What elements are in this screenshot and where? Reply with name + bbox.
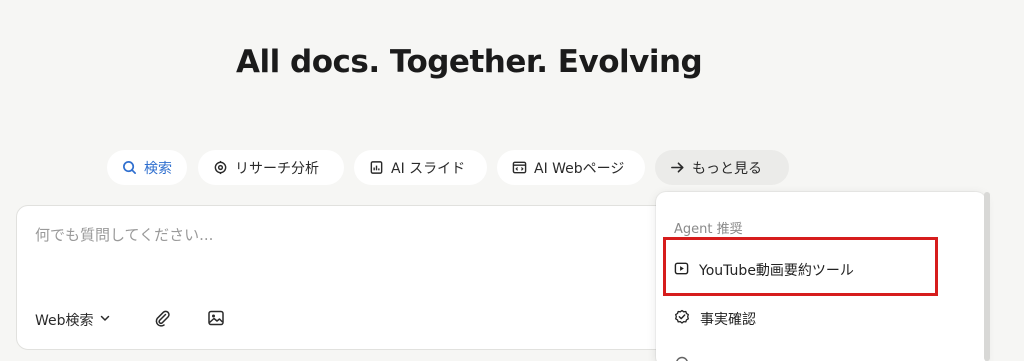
chip-label: AI スライド	[391, 160, 466, 177]
prompt-placeholder[interactable]: 何でも質問してください...	[35, 224, 213, 245]
attach-button[interactable]	[153, 309, 171, 331]
chip-ai-slide[interactable]: AI スライド	[354, 150, 487, 185]
image-icon	[207, 309, 225, 331]
menu-item-partial[interactable]	[674, 353, 690, 361]
partial-icon	[674, 355, 690, 361]
play-icon	[674, 261, 689, 280]
prompt-composer[interactable]: 何でも質問してください... Web検索	[16, 205, 706, 350]
menu-item-youtube-summary[interactable]: YouTube動画要約ツール	[674, 258, 854, 282]
chevron-down-icon	[99, 312, 111, 328]
chip-ai-webpage[interactable]: AI Webページ	[497, 150, 645, 185]
image-upload-button[interactable]	[207, 309, 225, 331]
chip-research[interactable]: リサーチ分析	[198, 150, 344, 185]
section-label: Agent 推奨	[674, 222, 743, 237]
chip-label: AI Webページ	[534, 160, 625, 177]
search-icon	[121, 160, 137, 176]
chip-label: 検索	[144, 160, 172, 177]
webpage-icon	[511, 160, 527, 176]
menu-item-label: YouTube動画要約ツール	[699, 263, 854, 279]
dropdown-scrollbar[interactable]	[984, 192, 990, 361]
page-title: All docs. Together. Evolving	[236, 44, 703, 80]
menu-item-label: 事実確認	[700, 312, 756, 328]
chip-label: もっと見る	[692, 160, 762, 177]
research-icon	[212, 160, 228, 176]
web-search-label: Web検索	[35, 313, 94, 329]
menu-item-fact-check[interactable]: 事実確認	[674, 307, 756, 331]
web-search-dropdown[interactable]: Web検索	[35, 309, 111, 331]
chip-more[interactable]: もっと見る	[655, 150, 789, 185]
check-badge-icon	[674, 309, 690, 329]
chip-search[interactable]: 検索	[107, 150, 187, 185]
paperclip-icon	[153, 309, 171, 331]
chip-label: リサーチ分析	[235, 160, 319, 177]
slide-icon	[368, 160, 384, 176]
arrow-right-icon	[669, 160, 685, 176]
more-dropdown-menu: Agent 推奨 YouTube動画要約ツール 事実確認	[656, 192, 986, 361]
